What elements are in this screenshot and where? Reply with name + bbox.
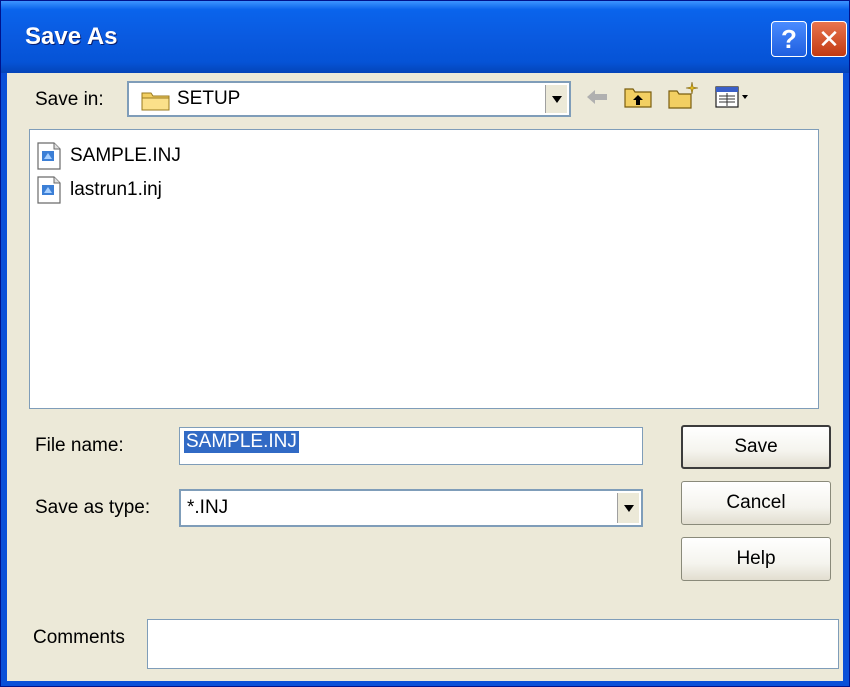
save-as-type-label: Save as type:: [35, 497, 151, 518]
save-in-value: SETUP: [177, 88, 241, 109]
save-in-label: Save in:: [35, 89, 104, 110]
file-name-input[interactable]: SAMPLE.INJ: [179, 427, 643, 465]
comments-input[interactable]: [147, 619, 839, 669]
folder-icon: [141, 92, 170, 111]
file-name-value: SAMPLE.INJ: [184, 431, 299, 453]
new-folder-icon[interactable]: [667, 81, 699, 109]
close-title-button[interactable]: ✕: [811, 21, 847, 57]
help-title-button[interactable]: ?: [771, 21, 807, 57]
save-as-dialog: Save As ? ✕ Save in: SETUP SAMPLE.INJ la…: [0, 0, 850, 687]
inj-file-icon: [37, 142, 61, 170]
file-name-label: File name:: [35, 435, 124, 456]
help-button[interactable]: Help: [681, 537, 831, 581]
inj-file-icon: [37, 176, 61, 204]
window-title: Save As: [25, 23, 118, 50]
view-menu-icon[interactable]: [715, 85, 753, 109]
save-in-dropdown-arrow[interactable]: [545, 85, 567, 113]
save-as-type-dropdown[interactable]: *.INJ: [179, 489, 643, 527]
cancel-button[interactable]: Cancel: [681, 481, 831, 525]
dialog-client-area: Save in: SETUP SAMPLE.INJ lastrun1.inj F…: [7, 73, 843, 681]
file-name-label: SAMPLE.INJ: [70, 145, 181, 166]
back-icon[interactable]: [585, 87, 609, 107]
file-list[interactable]: SAMPLE.INJ lastrun1.inj: [29, 129, 819, 409]
save-as-type-dropdown-arrow[interactable]: [617, 493, 639, 523]
save-in-dropdown[interactable]: SETUP: [127, 81, 571, 117]
comments-label: Comments: [33, 627, 125, 648]
file-name-label: lastrun1.inj: [70, 179, 162, 200]
title-bar[interactable]: Save As ? ✕: [1, 1, 849, 73]
save-button[interactable]: Save: [681, 425, 831, 469]
save-as-type-value: *.INJ: [187, 497, 229, 518]
up-folder-icon[interactable]: [623, 83, 653, 109]
